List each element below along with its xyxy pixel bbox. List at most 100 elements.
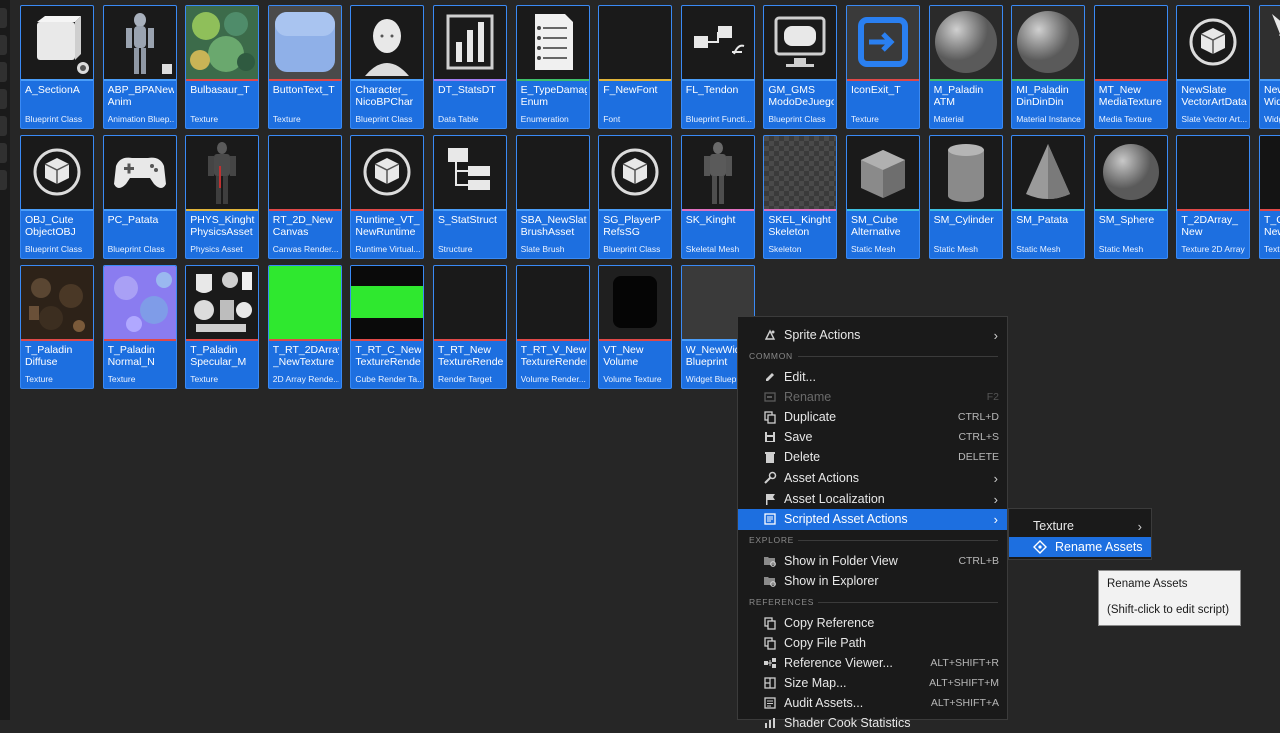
- asset-tile[interactable]: T_RT_New TextureRender Render Target: [433, 265, 507, 389]
- menu-item-delete[interactable]: Delete DELETE: [738, 447, 1007, 467]
- asset-tile[interactable]: A_SectionA Blueprint Class: [20, 5, 94, 129]
- menu-item-sprite-actions[interactable]: Sprite Actions ›: [738, 325, 1007, 345]
- asset-tile[interactable]: T_C New Texture: [1259, 135, 1280, 259]
- asset-type-label: Texture: [190, 114, 219, 124]
- menu-item-size-map[interactable]: Size Map... ALT+SHIFT+M: [738, 673, 1007, 693]
- asset-tile[interactable]: Runtime_VT_ NewRuntime Runtime Virtual...: [350, 135, 425, 259]
- panel-tab[interactable]: [0, 62, 7, 82]
- section-common-label: COMMON: [749, 351, 793, 361]
- asset-tile[interactable]: T_Paladin Diffuse Texture: [20, 265, 94, 389]
- menu-item-show-in-folder-view[interactable]: Show in Folder View CTRL+B: [738, 551, 1007, 571]
- asset-thumbnail: [268, 266, 341, 339]
- menu-item-scripted-asset-actions[interactable]: Scripted Asset Actions ›: [738, 509, 1007, 530]
- divider: [798, 540, 998, 541]
- asset-type-color-strip: [681, 209, 754, 211]
- asset-tile[interactable]: F_NewFont Font: [598, 5, 673, 129]
- asset-tile[interactable]: E_TypeDamag Enum Enumeration: [515, 5, 590, 129]
- asset-tile[interactable]: M_Paladin ATM Material: [928, 5, 1003, 129]
- asset-thumbnail: [516, 266, 589, 339]
- panel-tab[interactable]: [0, 35, 7, 55]
- asset-tile[interactable]: SM_Patata Static Mesh: [1011, 135, 1086, 259]
- duplicate-icon: [763, 410, 777, 424]
- asset-type-label: Data Table: [438, 114, 479, 124]
- asset-tile[interactable]: Character_ NicoBPChar Blueprint Class: [350, 5, 425, 129]
- asset-tile[interactable]: T_2DArray_ New Texture 2D Array: [1176, 135, 1251, 259]
- asset-tile[interactable]: DT_StatsDT Data Table: [433, 5, 507, 129]
- sprite-icon: [763, 328, 777, 342]
- asset-type-color-strip: [847, 209, 919, 211]
- asset-tile[interactable]: RT_2D_New Canvas Canvas Render...: [267, 135, 342, 259]
- asset-tile[interactable]: T_RT_V_New TextureRender Volume Render...: [515, 265, 590, 389]
- menu-item-copy-reference[interactable]: Copy Reference: [738, 613, 1007, 633]
- asset-tile[interactable]: Bulbasaur_T Texture: [185, 5, 260, 129]
- asset-tile[interactable]: MT_New MediaTexture Media Texture: [1093, 5, 1168, 129]
- asset-tile[interactable]: T_RT_C_New TextureRender Cube Render Ta..…: [350, 265, 425, 389]
- asset-tile[interactable]: VT_New Volume Volume Texture: [598, 265, 673, 389]
- asset-tile[interactable]: NewWidg Widget Widget: [1259, 5, 1280, 129]
- asset-type-color-strip: [103, 209, 176, 211]
- asset-tile[interactable]: SG_PlayerP RefsSG Blueprint Class: [598, 135, 673, 259]
- menu-item-shader-cook-statistics[interactable]: Shader Cook Statistics: [738, 713, 1007, 733]
- asset-tile[interactable]: SM_Cylinder Static Mesh: [928, 135, 1003, 259]
- asset-tile[interactable]: PHYS_Kinght PhysicsAsset Physics Asset: [185, 135, 260, 259]
- asset-thumbnail: [434, 136, 506, 209]
- asset-tile[interactable]: SM_Sphere Static Mesh: [1093, 135, 1168, 259]
- asset-type-label: Render Target: [438, 374, 492, 384]
- asset-type-color-strip: [1012, 209, 1085, 211]
- asset-tile[interactable]: SM_Cube Alternative Static Mesh: [846, 135, 920, 259]
- menu-item-show-in-explorer[interactable]: Show in Explorer: [738, 571, 1007, 591]
- wrench-icon: [763, 471, 777, 485]
- asset-tile[interactable]: PC_Patata Blueprint Class: [102, 135, 177, 259]
- asset-type-color-strip: [103, 339, 176, 341]
- asset-tile[interactable]: OBJ_Cute ObjectOBJ Blueprint Class: [20, 135, 94, 259]
- asset-tile[interactable]: GM_GMS ModoDeJuego Blueprint Class: [763, 5, 838, 129]
- panel-tab[interactable]: [0, 170, 7, 190]
- asset-type-color-strip: [186, 209, 259, 211]
- asset-name: ABP_BPANew Anim: [107, 84, 174, 108]
- menu-item-reference-viewer[interactable]: Reference Viewer... ALT+SHIFT+R: [738, 653, 1007, 673]
- asset-tile[interactable]: ABP_BPANew Anim Animation Bluep...: [102, 5, 177, 129]
- panel-tab[interactable]: [0, 116, 7, 136]
- menu-item-asset-actions[interactable]: Asset Actions ›: [738, 468, 1007, 488]
- panel-tab[interactable]: [0, 143, 7, 163]
- asset-tile[interactable]: T_Paladin Normal_N Texture: [102, 265, 177, 389]
- asset-tile[interactable]: SKEL_Kinght Skeleton Skeleton: [763, 135, 838, 259]
- asset-tile[interactable]: T_Paladin Specular_M Texture: [185, 265, 260, 389]
- asset-tile[interactable]: MI_Paladin DinDinDin Material Instance: [1011, 5, 1086, 129]
- asset-name: E_TypeDamag Enum: [520, 84, 587, 108]
- asset-thumbnail: [1260, 136, 1280, 209]
- asset-tile[interactable]: SBA_NewSlate BrushAsset Slate Brush: [515, 135, 590, 259]
- menu-item-rename[interactable]: Rename F2: [738, 387, 1007, 407]
- asset-type-label: Texture: [851, 114, 879, 124]
- asset-type-color-strip: [929, 79, 1002, 81]
- panel-tab[interactable]: [0, 89, 7, 109]
- asset-name: SG_PlayerP RefsSG: [603, 214, 661, 238]
- asset-tile[interactable]: S_StatStruct Structure: [433, 135, 507, 259]
- menu-item-audit-assets[interactable]: Audit Assets... ALT+SHIFT+A: [738, 693, 1007, 713]
- script-icon: [763, 512, 777, 526]
- asset-tile[interactable]: FL_Tendon Blueprint Functi...: [680, 5, 755, 129]
- asset-tile[interactable]: SK_Kinght Skeletal Mesh: [680, 135, 755, 259]
- menu-item-copy-file-path[interactable]: Copy File Path: [738, 633, 1007, 653]
- asset-tile[interactable]: IconExit_T Texture: [846, 5, 920, 129]
- submenu-item-texture[interactable]: Texture ›: [1009, 516, 1151, 536]
- asset-name: IconExit_T: [851, 84, 901, 96]
- asset-name: PC_Patata: [107, 214, 159, 226]
- submenu-item-rename-assets[interactable]: Rename Assets: [1009, 537, 1151, 557]
- asset-tile[interactable]: T_RT_2DArray _NewTexture 2D Array Rende..…: [267, 265, 342, 389]
- asset-tile[interactable]: ButtonText_T Texture: [267, 5, 342, 129]
- asset-thumbnail: [21, 136, 93, 209]
- panel-tab[interactable]: [0, 8, 7, 28]
- asset-type-label: Texture 2D Array: [1181, 244, 1245, 254]
- asset-name: PHYS_Kinght PhysicsAsset: [190, 214, 255, 238]
- menu-item-edit[interactable]: Edit...: [738, 367, 1007, 387]
- menu-item-asset-localization[interactable]: Asset Localization ›: [738, 489, 1007, 509]
- asset-tile[interactable]: NewSlate VectorArtData Slate Vector Art..…: [1176, 5, 1251, 129]
- asset-type-color-strip: [186, 339, 259, 341]
- asset-name: MT_New MediaTexture: [1098, 84, 1162, 108]
- asset-thumbnail: [186, 136, 259, 209]
- asset-type-color-strip: [434, 209, 506, 211]
- menu-item-duplicate[interactable]: Duplicate CTRL+D: [738, 407, 1007, 427]
- asset-type-color-strip: [929, 209, 1002, 211]
- menu-item-save[interactable]: Save CTRL+S: [738, 427, 1007, 447]
